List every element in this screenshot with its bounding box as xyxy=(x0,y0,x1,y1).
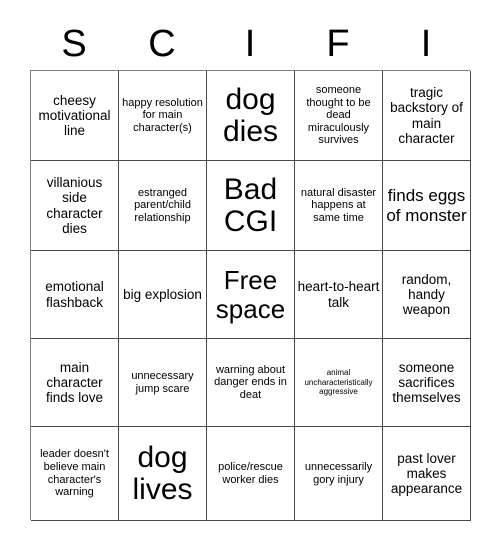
bingo-cell[interactable]: villanious side character dies xyxy=(31,161,119,251)
bingo-cell-label: random, handy weapon xyxy=(401,271,452,318)
bingo-cell-free-space[interactable]: Free space xyxy=(207,251,295,339)
bingo-cell-label: tragic backstory of main character xyxy=(390,85,463,146)
bingo-card: S C I F I cheesy motivational line happy… xyxy=(0,0,500,544)
bingo-cell[interactable]: past lover makes appearance xyxy=(383,427,471,521)
bingo-cell-label: natural disaster happens at same time xyxy=(300,186,377,224)
bingo-cell-label: unnecessarily gory injury xyxy=(304,460,373,486)
bingo-cell-label: past lover makes appearance xyxy=(390,450,463,497)
bingo-cell-label: happy resolution for main character(s) xyxy=(122,96,203,134)
bingo-cell[interactable]: natural disaster happens at same time xyxy=(295,161,383,251)
bingo-cell[interactable]: animal uncharacteristically aggressive xyxy=(295,339,383,427)
bingo-cell-label: estranged parent/child relationship xyxy=(134,186,191,224)
bingo-cell-label: someone sacrifices themselves xyxy=(392,359,461,406)
bingo-cell[interactable]: random, handy weapon xyxy=(383,251,471,339)
bingo-cell-label: villanious side character dies xyxy=(46,175,103,236)
bingo-cell[interactable]: main character finds love xyxy=(31,339,119,427)
bingo-cell-label: Bad CGI xyxy=(223,173,278,238)
bingo-cell[interactable]: someone sacrifices themselves xyxy=(383,339,471,427)
header-letter-5: I xyxy=(420,23,432,65)
bingo-cell[interactable]: estranged parent/child relationship xyxy=(119,161,207,251)
header-letter-2: C xyxy=(148,23,176,65)
bingo-cell-label: police/rescue worker dies xyxy=(218,460,283,486)
bingo-cell[interactable]: tragic backstory of main character xyxy=(383,71,471,161)
bingo-cell[interactable]: unnecessarily gory injury xyxy=(295,427,383,521)
bingo-grid: cheesy motivational line happy resolutio… xyxy=(30,70,471,521)
bingo-cell-label: finds eggs of monster xyxy=(386,186,467,225)
bingo-cell[interactable]: emotional flashback xyxy=(31,251,119,339)
bingo-cell[interactable]: leader doesn't believe main character's … xyxy=(31,427,119,521)
bingo-cell-label: Free space xyxy=(215,265,286,324)
bingo-cell-label: emotional flashback xyxy=(45,279,104,310)
bingo-cell-label: dog dies xyxy=(222,83,279,148)
bingo-cell-label: heart-to-heart talk xyxy=(297,279,380,310)
bingo-cell[interactable]: someone thought to be dead miraculously … xyxy=(295,71,383,161)
bingo-cell-label: warning about danger ends in deat xyxy=(214,363,287,401)
bingo-cell-label: dog lives xyxy=(132,441,193,506)
bingo-cell[interactable]: dog lives xyxy=(119,427,207,521)
bingo-cell-label: main character finds love xyxy=(45,359,104,406)
bingo-cell-label: someone thought to be dead miraculously … xyxy=(306,84,371,147)
header-letter-4: F xyxy=(326,23,350,65)
bingo-cell-label: cheesy motivational line xyxy=(38,92,111,139)
header-letter-1: S xyxy=(61,23,87,65)
bingo-cell[interactable]: unnecessary jump scare xyxy=(119,339,207,427)
bingo-cell[interactable]: dog dies xyxy=(207,71,295,161)
bingo-cell[interactable]: happy resolution for main character(s) xyxy=(119,71,207,161)
bingo-cell[interactable]: big explosion xyxy=(119,251,207,339)
bingo-cell[interactable]: heart-to-heart talk xyxy=(295,251,383,339)
bingo-cell-label: animal uncharacteristically aggressive xyxy=(304,368,373,397)
bingo-cell[interactable]: police/rescue worker dies xyxy=(207,427,295,521)
bingo-cell-label: leader doesn't believe main character's … xyxy=(40,448,109,499)
bingo-cell-label: unnecessary jump scare xyxy=(131,369,194,395)
bingo-cell[interactable]: finds eggs of monster xyxy=(383,161,471,251)
bingo-header: S C I F I xyxy=(30,18,470,70)
bingo-cell[interactable]: cheesy motivational line xyxy=(31,71,119,161)
bingo-cell[interactable]: warning about danger ends in deat xyxy=(207,339,295,427)
header-letter-3: I xyxy=(244,23,256,65)
bingo-cell[interactable]: Bad CGI xyxy=(207,161,295,251)
bingo-cell-label: big explosion xyxy=(123,286,202,302)
